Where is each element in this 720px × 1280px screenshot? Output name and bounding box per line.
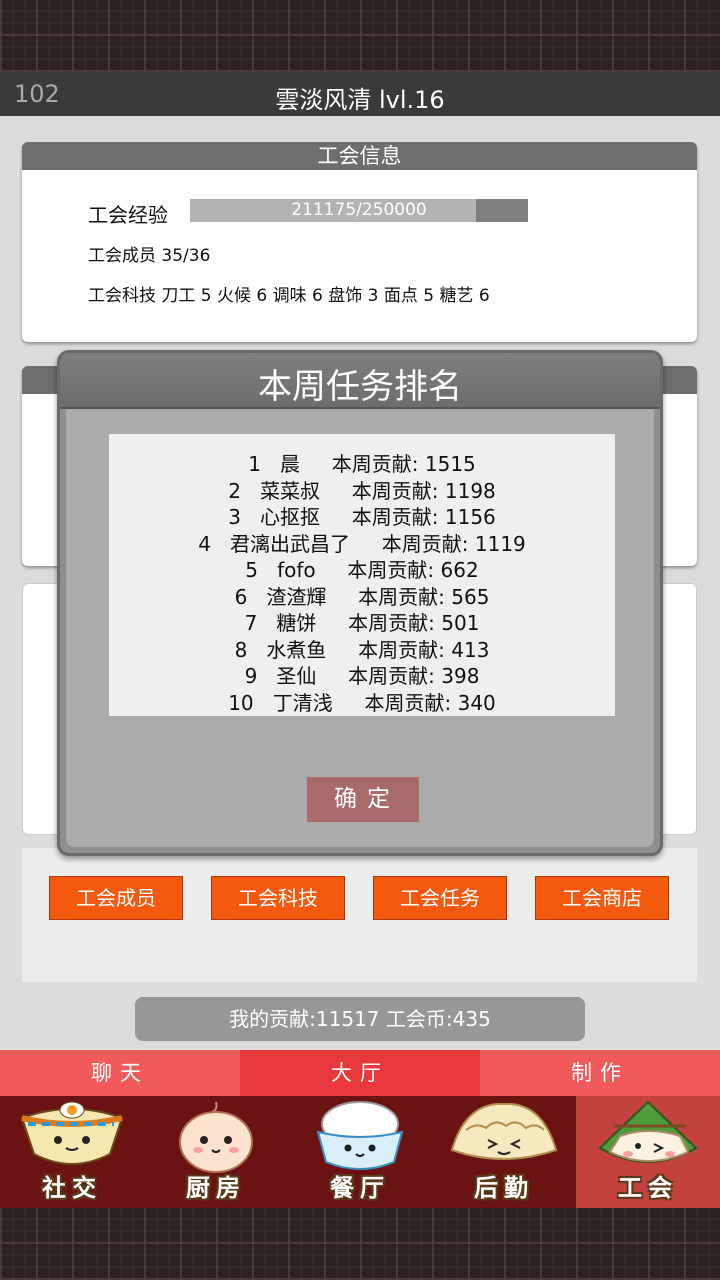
- confirm-button[interactable]: 确定: [307, 777, 419, 822]
- ranking-list: 1 晨 本周贡献: 1515 2 菜菜叔 本周贡献: 1198 3 心抠抠 本周…: [109, 434, 615, 716]
- bun-icon: [179, 1101, 253, 1173]
- dialog-title: 本周任务排名: [258, 367, 462, 407]
- ranking-row: 7 糖饼 本周贡献: 501: [244, 611, 480, 635]
- nav-restaurant-label: 餐厅: [330, 1174, 390, 1202]
- tab-craft[interactable]: 制作: [480, 1050, 720, 1096]
- nav-logistics-label: 后勤: [474, 1174, 534, 1202]
- dialog-body: 1 晨 本周贡献: 1515 2 菜菜叔 本周贡献: 1198 3 心抠抠 本周…: [66, 409, 654, 847]
- nav-kitchen-label: 厨房: [186, 1174, 246, 1202]
- ranking-row: 5 fofo 本周贡献: 662: [245, 558, 479, 582]
- nav-social[interactable]: 社交: [0, 1096, 144, 1208]
- nav-kitchen[interactable]: 厨房: [144, 1096, 288, 1208]
- nav-restaurant[interactable]: 餐厅: [288, 1096, 432, 1208]
- ranking-row: 3 心抠抠 本周贡献: 1156: [228, 505, 496, 529]
- weekly-ranking-dialog: 本周任务排名 1 晨 本周贡献: 1515 2 菜菜叔 本周贡献: 1198 3…: [57, 350, 663, 856]
- dumpling-icon: [450, 1102, 558, 1160]
- tab-hall[interactable]: 大厅: [240, 1050, 480, 1096]
- nav-logistics[interactable]: 后勤: [432, 1096, 576, 1208]
- top-header: 102 雲淡风清 lvl.16: [0, 72, 720, 116]
- nav-guild[interactable]: 工会: [576, 1096, 720, 1208]
- nav-guild-label: 工会: [618, 1174, 678, 1202]
- noodle-bowl-icon: [20, 1101, 124, 1165]
- bottom-pattern-decoration: [0, 1208, 720, 1280]
- ranking-row: 2 菜菜叔 本周贡献: 1198: [228, 478, 496, 503]
- ranking-row: 6 渣渣輝 本周贡献: 565: [234, 584, 490, 609]
- top-pattern-decoration: [0, 0, 720, 72]
- player-title: 雲淡风清 lvl.16: [275, 86, 445, 114]
- ranking-row: 1 晨 本周贡献: 1515: [248, 452, 476, 476]
- tab-chat[interactable]: 聊天: [0, 1050, 240, 1096]
- ranking-row: 4 君漓出武昌了 本周贡献: 1119: [198, 531, 526, 556]
- nav-social-label: 社交: [42, 1174, 102, 1202]
- bottom-nav: 社交 厨房 餐厅 后勤 工会: [0, 1096, 720, 1208]
- bottom-tabs: 聊天 大厅 制作: [0, 1050, 720, 1096]
- ranking-row: 8 水煮鱼 本周贡献: 413: [234, 637, 490, 662]
- dialog-titlebar: 本周任务排名: [60, 353, 660, 409]
- ranking-row: 9 圣仙 本周贡献: 398: [244, 664, 480, 688]
- rice-bowl-icon: [316, 1101, 404, 1170]
- ranking-row: 10 丁清浅 本周贡献: 340: [228, 690, 496, 715]
- zongzi-icon: [598, 1100, 698, 1163]
